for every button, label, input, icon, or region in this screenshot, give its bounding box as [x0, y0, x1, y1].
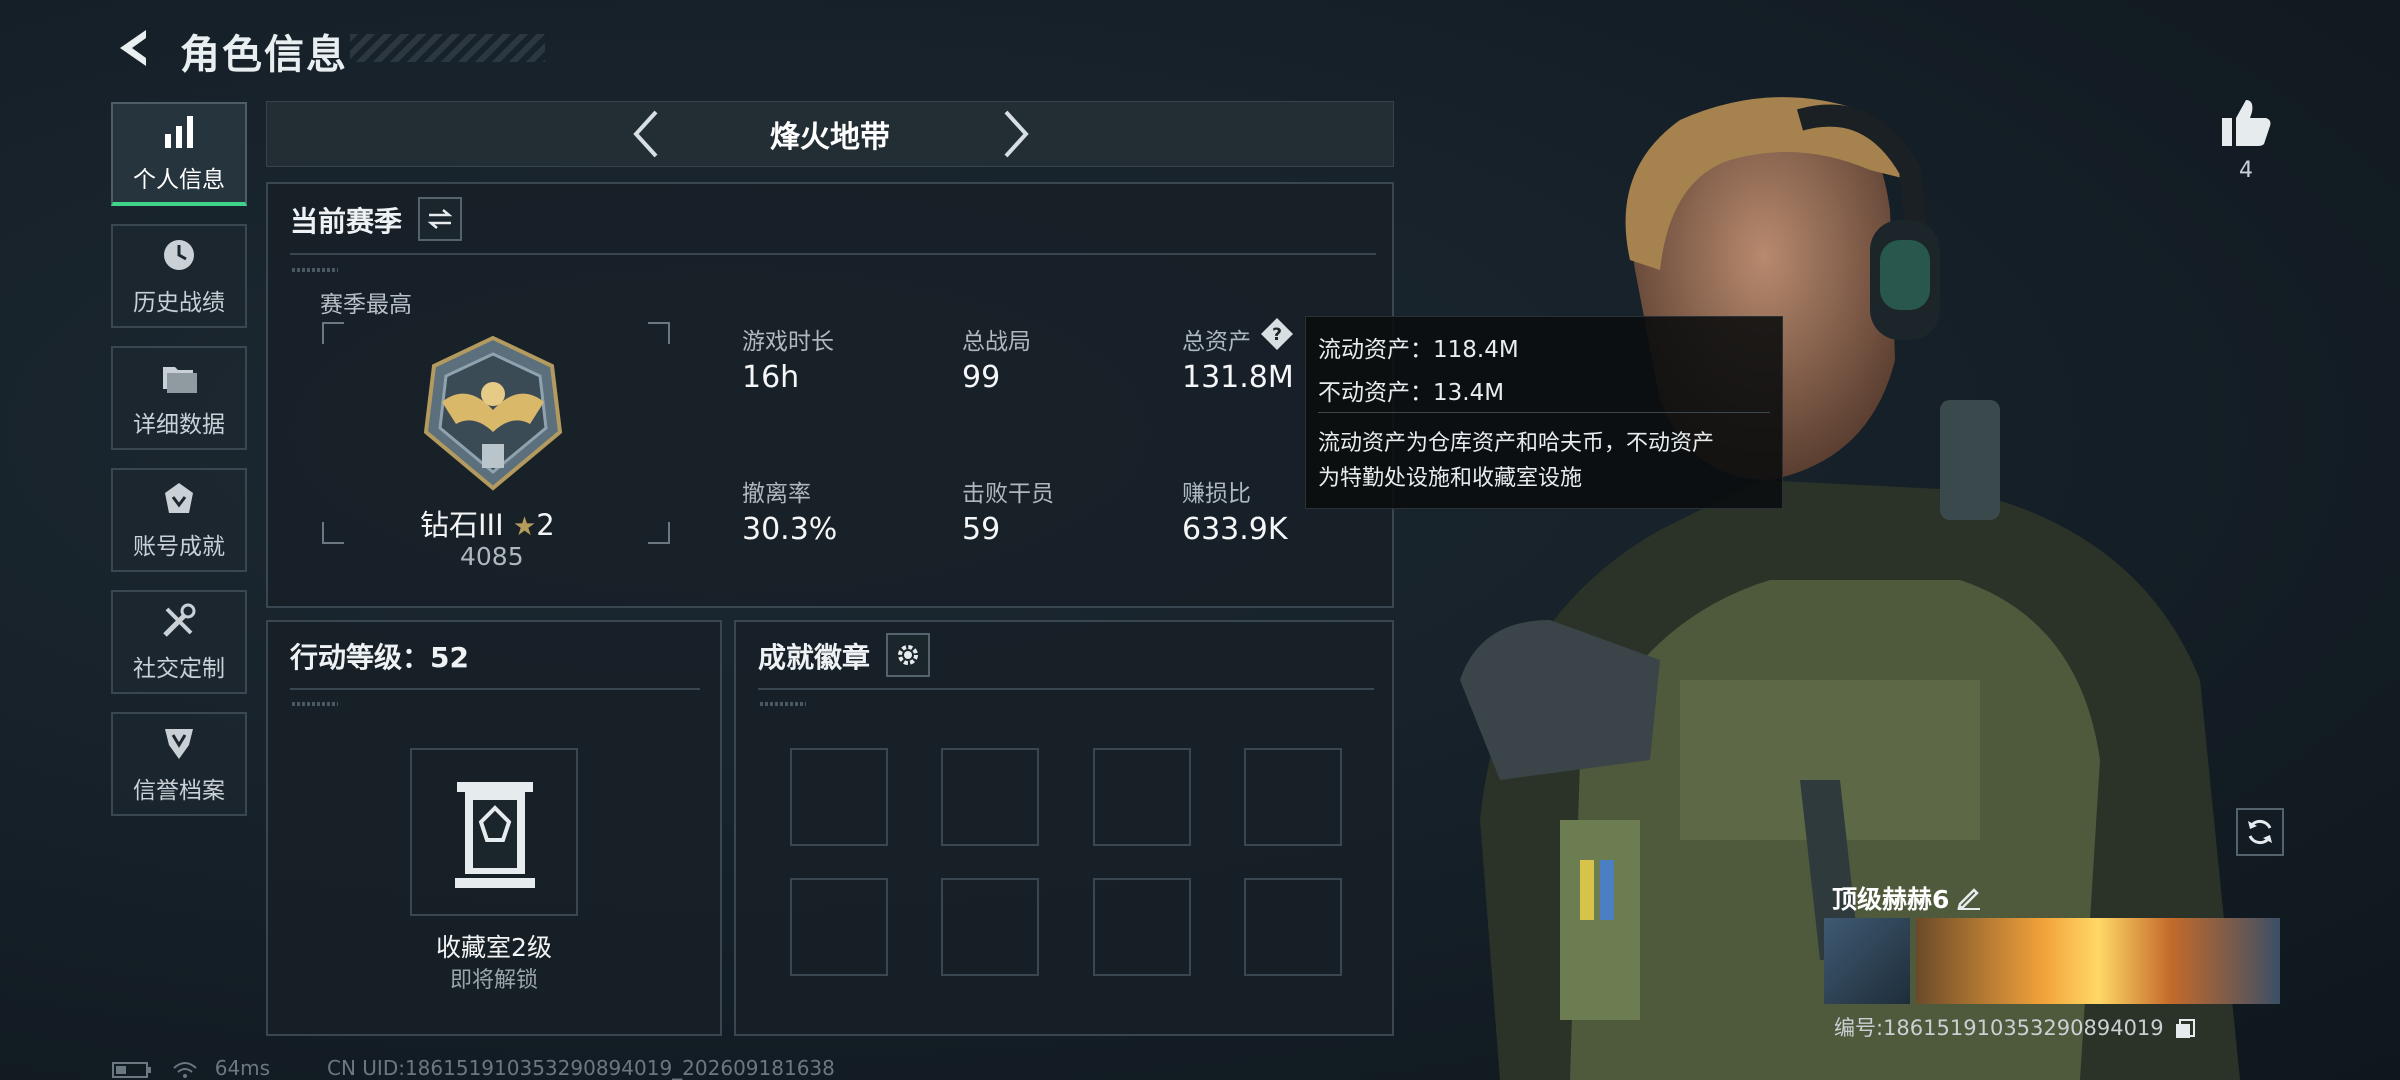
status-bar: 64ms — [112, 1056, 270, 1080]
divider — [290, 688, 700, 690]
card-banner — [1916, 918, 2280, 1004]
reputation-badge-icon — [165, 729, 193, 759]
help-icon[interactable]: ? — [1259, 316, 1295, 352]
collection-room-card[interactable] — [410, 748, 578, 916]
sidebar-item-label: 历史战绩 — [133, 290, 225, 316]
collection-room-status: 即将解锁 — [449, 968, 538, 993]
frame-corner — [648, 322, 670, 344]
rank-score: 4085 — [460, 542, 524, 571]
stat-value: 16h — [742, 360, 800, 395]
refresh-icon — [2248, 819, 2272, 845]
thumbs-up-icon[interactable] — [2216, 96, 2276, 150]
wifi-icon — [173, 1061, 198, 1078]
sidebar-item-label: 信誉档案 — [133, 778, 225, 804]
back-arrow-icon[interactable] — [112, 26, 156, 70]
tick-decoration — [292, 268, 338, 272]
badge-slot[interactable] — [1093, 878, 1191, 976]
frame-corner — [322, 322, 344, 344]
badge-slot[interactable] — [1093, 748, 1191, 846]
ping-value: 64ms — [214, 1056, 271, 1080]
sidebar-item-label: 社交定制 — [133, 656, 225, 682]
chevron-left-icon[interactable] — [628, 108, 662, 160]
tooltip-description: 流动资产为仓库资产和哈夫币，不动资产 — [1318, 431, 1715, 456]
stat-label: 游戏时长 — [742, 329, 834, 355]
badges-title: 成就徽章 — [758, 641, 871, 674]
title-decoration — [350, 34, 545, 62]
badge-slot[interactable] — [790, 878, 888, 976]
badge-slot[interactable] — [790, 748, 888, 846]
player-id-text: 编号:1861519103532908940​19 — [1834, 1016, 2164, 1040]
swap-icon — [427, 209, 453, 229]
tooltip-liquid-assets: 流动资产：118.4M — [1318, 337, 1519, 363]
achievement-icon — [165, 483, 193, 513]
rank-name-text: 钻石III — [420, 508, 504, 542]
page-title: 角色信息 — [180, 32, 348, 78]
svg-text:?: ? — [1272, 325, 1282, 345]
stat-value: 30.3% — [742, 512, 838, 547]
battery-icon — [112, 1061, 151, 1078]
stat-value: 633.9K — [1182, 512, 1288, 547]
tooltip-description: 为特勤处设施和收藏室设施 — [1318, 466, 1583, 491]
sidebar-item-detailed-data[interactable]: 详细数据 — [111, 346, 247, 450]
star-icon: ★ — [512, 512, 537, 542]
badge-slot[interactable] — [1244, 878, 1342, 976]
collection-room-icon — [455, 782, 535, 888]
sidebar-item-personal-info[interactable]: 个人信息 — [111, 102, 247, 206]
nickname-text: 顶级赫赫6 — [1832, 885, 1950, 914]
sidebar-item-reputation[interactable]: 信誉档案 — [111, 712, 247, 816]
cn-uid: CN UID:186151910353290894019_20260918163… — [327, 1056, 835, 1080]
stat-value: 59 — [962, 512, 1001, 547]
edit-pencil-icon[interactable] — [1956, 884, 1982, 910]
season-title: 当前赛季 — [290, 205, 403, 238]
tick-decoration — [760, 702, 806, 706]
frame-corner — [648, 522, 670, 544]
player-id-number: 编号:1861519103532908940​19 — [1834, 1012, 2196, 1042]
badge-slot[interactable] — [941, 748, 1039, 846]
copy-icon[interactable] — [2174, 1018, 2196, 1040]
tools-icon — [163, 603, 196, 637]
bar-chart-icon — [165, 116, 193, 148]
sidebar-item-label: 个人信息 — [133, 167, 225, 193]
frame-corner — [322, 522, 344, 544]
collection-room-name: 收藏室2级 — [436, 933, 552, 962]
stat-label: 赚损比 — [1182, 481, 1251, 507]
history-clock-icon — [164, 240, 194, 270]
divider — [290, 253, 1376, 255]
tooltip-fixed-assets: 不动资产：13.4M — [1318, 380, 1505, 406]
player-nickname: 顶级赫赫6 — [1832, 880, 1949, 916]
stat-label: 总战局 — [962, 329, 1031, 355]
divider — [758, 688, 1374, 690]
chevron-right-icon[interactable] — [1000, 108, 1034, 160]
like-count: 4 — [2239, 158, 2253, 183]
sidebar-item-achievements[interactable]: 账号成就 — [111, 468, 247, 572]
player-name-card[interactable] — [1824, 918, 2280, 1004]
refresh-button[interactable] — [2236, 808, 2284, 856]
badges-settings-button[interactable] — [886, 633, 930, 677]
stat-label: 总资产 — [1182, 329, 1251, 355]
sidebar-item-social-custom[interactable]: 社交定制 — [111, 590, 247, 694]
action-level-title: 行动等级：52 — [290, 641, 469, 674]
badge-slot[interactable] — [1244, 748, 1342, 846]
rank-name: 钻石III ★2 — [420, 502, 555, 544]
tick-decoration — [292, 702, 338, 706]
sidebar-item-history[interactable]: 历史战绩 — [111, 224, 247, 328]
sidebar-item-label: 详细数据 — [133, 412, 225, 438]
stat-value: 99 — [962, 360, 1001, 395]
badge-slot[interactable] — [941, 878, 1039, 976]
avatar — [1824, 918, 1910, 1004]
tooltip-divider — [1318, 412, 1770, 413]
stat-value: 131.8M — [1182, 360, 1294, 395]
stat-label: 撤离率 — [742, 481, 811, 507]
season-switch-button[interactable] — [418, 197, 462, 241]
stat-label: 击败干员 — [962, 481, 1054, 507]
season-best-label: 赛季最高 — [320, 292, 412, 318]
sidebar-item-label: 账号成就 — [133, 534, 225, 560]
gear-icon — [898, 645, 918, 665]
folder-stack-icon — [163, 367, 197, 393]
rank-emblem-icon — [423, 335, 563, 491]
rank-stars: 2 — [536, 508, 555, 542]
mode-title: 烽火地带 — [770, 120, 890, 155]
